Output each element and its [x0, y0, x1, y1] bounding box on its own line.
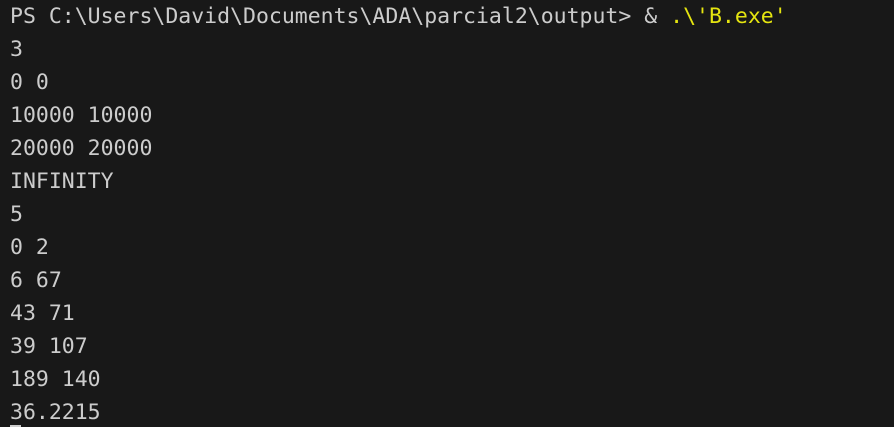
terminal-window[interactable]: PS C:\Users\David\Documents\ADA\parcial2… [0, 0, 894, 427]
output-line: 10000 10000 [10, 103, 153, 128]
output-line: 20000 20000 [10, 136, 153, 161]
prompt-line: PS C:\Users\David\Documents\ADA\parcial2… [10, 0, 894, 33]
output-line: 3 [10, 37, 23, 62]
output-line: 43 71 [10, 301, 75, 326]
prompt-path: PS C:\Users\David\Documents\ADA\parcial2… [10, 4, 645, 29]
command-executable: .\'B.exe' [670, 4, 787, 29]
output-line: 0 2 [10, 235, 49, 260]
output-line: 5 [10, 202, 23, 227]
output-line: 189 140 [10, 367, 101, 392]
output-line: 39 107 [10, 334, 88, 359]
command-operator: & [644, 4, 671, 29]
output-line: 6 67 [10, 268, 62, 293]
output-line: INFINITY [10, 169, 114, 194]
output-line: 36.2215 [10, 400, 101, 425]
output-line: 0 0 [10, 70, 49, 95]
